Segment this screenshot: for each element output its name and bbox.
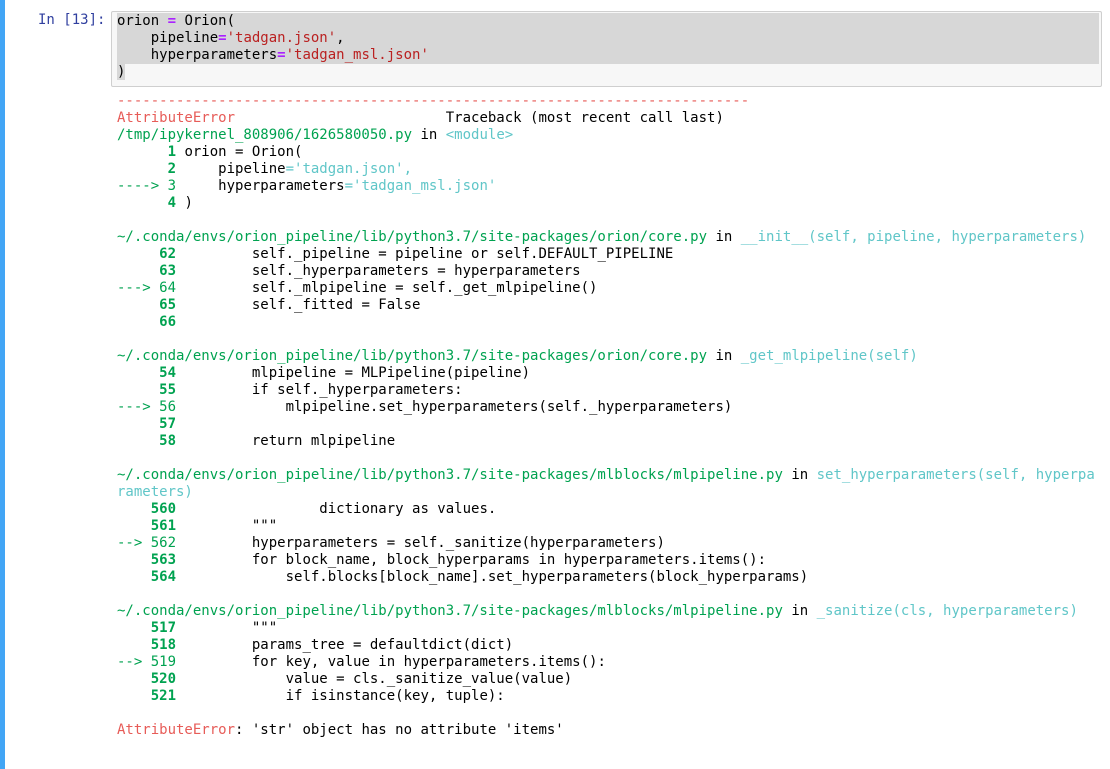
frame-4-line-520: 520 value = cls._sanitize_value(value) <box>117 671 573 687</box>
frame-4-header: ~/.conda/envs/orion_pipeline/lib/python3… <box>117 603 1078 619</box>
frame-1-header: ~/.conda/envs/orion_pipeline/lib/python3… <box>117 229 1087 245</box>
frame-2-header: ~/.conda/envs/orion_pipeline/lib/python3… <box>117 348 918 364</box>
code-line-2: pipeline='tadgan.json', <box>117 30 345 46</box>
frame-2-line-57: 57 <box>117 416 177 432</box>
frame-3-line-562: --> 562 hyperparameters = self._sanitize… <box>117 535 665 551</box>
frame-0-line-1: 1 orion = Orion( <box>117 144 303 160</box>
code-input-area[interactable]: orion = Orion( pipeline='tadgan.json', h… <box>111 11 1102 87</box>
frame-4-line-517: 517 """ <box>117 620 278 636</box>
active-cell-indicator <box>0 0 5 769</box>
input-prompt: In [13]: <box>38 12 106 28</box>
frame-3-line-560: 560 dictionary as values. <box>117 501 497 517</box>
frame-3-line-564: 564 self.blocks[block_name].set_hyperpar… <box>117 569 809 585</box>
frame-3-header: ~/.conda/envs/orion_pipeline/lib/python3… <box>117 467 1095 483</box>
frame-3-line-563: 563 for block_name, block_hyperparams in… <box>117 552 767 568</box>
frame-1-line-63: 63 self._hyperparameters = hyperparamete… <box>117 263 581 279</box>
traceback-output: ----------------------------------------… <box>117 93 1095 739</box>
frame-1-line-66: 66 <box>117 314 177 330</box>
traceback-dashes: ----------------------------------------… <box>117 93 750 109</box>
frame-2-line-58: 58 return mlpipeline <box>117 433 396 449</box>
frame-3-line-561: 561 """ <box>117 518 278 534</box>
final-error-line: AttributeError: 'str' object has no attr… <box>117 722 564 738</box>
frame-0-line-2: 2 pipeline='tadgan.json', <box>117 161 413 177</box>
code-line-3: hyperparameters='tadgan_msl.json' <box>117 47 429 63</box>
frame-1-line-65: 65 self._fitted = False <box>117 297 421 313</box>
frame-4-line-518: 518 params_tree = defaultdict(dict) <box>117 637 514 653</box>
code-line-4: ) <box>117 64 126 80</box>
frame-1-line-62: 62 self._pipeline = pipeline or self.DEF… <box>117 246 674 262</box>
frame-0-header: /tmp/ipykernel_808906/1626580050.py in <… <box>117 127 514 143</box>
frame-4-line-519: --> 519 for key, value in hyperparameter… <box>117 654 606 670</box>
frame-4-line-521: 521 if isinstance(key, tuple): <box>117 688 505 704</box>
frame-3-header-wrap: rameters) <box>117 484 193 500</box>
frame-1-line-64: ---> 64 self._mlpipeline = self._get_mlp… <box>117 280 598 296</box>
frame-0-line-4: 4 ) <box>117 195 193 211</box>
frame-2-line-54: 54 mlpipeline = MLPipeline(pipeline) <box>117 365 531 381</box>
frame-0-line-3: ----> 3 hyperparameters='tadgan_msl.json… <box>117 178 497 194</box>
code-line-1: orion = Orion( <box>117 13 236 29</box>
frame-2-line-55: 55 if self._hyperparameters: <box>117 382 463 398</box>
frame-2-line-56: ---> 56 mlpipeline.set_hyperparameters(s… <box>117 399 733 415</box>
traceback-header: AttributeError Traceback (most recent ca… <box>117 110 724 126</box>
